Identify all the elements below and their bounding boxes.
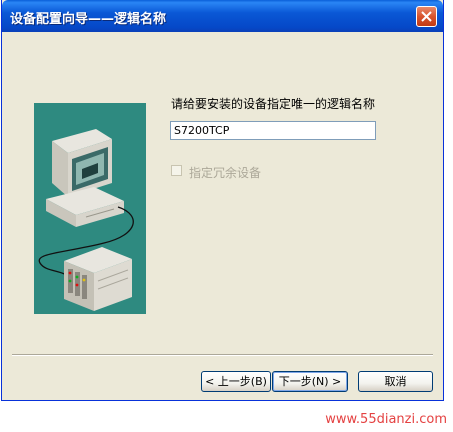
title-bar[interactable]: 设备配置向导——逻辑名称 bbox=[2, 0, 443, 32]
cancel-button[interactable]: 取消 bbox=[358, 371, 433, 392]
close-icon bbox=[421, 11, 432, 22]
device-illustration bbox=[34, 103, 146, 314]
redundant-device-label: 指定冗余设备 bbox=[189, 166, 262, 180]
computer-plc-icon bbox=[38, 129, 134, 311]
close-button[interactable] bbox=[416, 6, 437, 27]
prompt-label: 请给要安装的设备指定唯一的逻辑名称 bbox=[171, 97, 376, 111]
next-button[interactable]: 下一步(N) > bbox=[272, 371, 348, 392]
back-button[interactable]: < 上一步(B) bbox=[201, 371, 271, 392]
wizard-dialog: 设备配置向导——逻辑名称 请给要安装的设备指定唯一的逻辑名称 S7200TCP … bbox=[1, 0, 444, 401]
watermark-text: www.55dianzi.com bbox=[325, 412, 447, 427]
redundant-device-checkbox bbox=[171, 165, 182, 176]
dialog-title: 设备配置向导——逻辑名称 bbox=[10, 12, 167, 27]
footer-separator bbox=[12, 354, 433, 356]
logical-name-input[interactable] bbox=[170, 121, 376, 140]
